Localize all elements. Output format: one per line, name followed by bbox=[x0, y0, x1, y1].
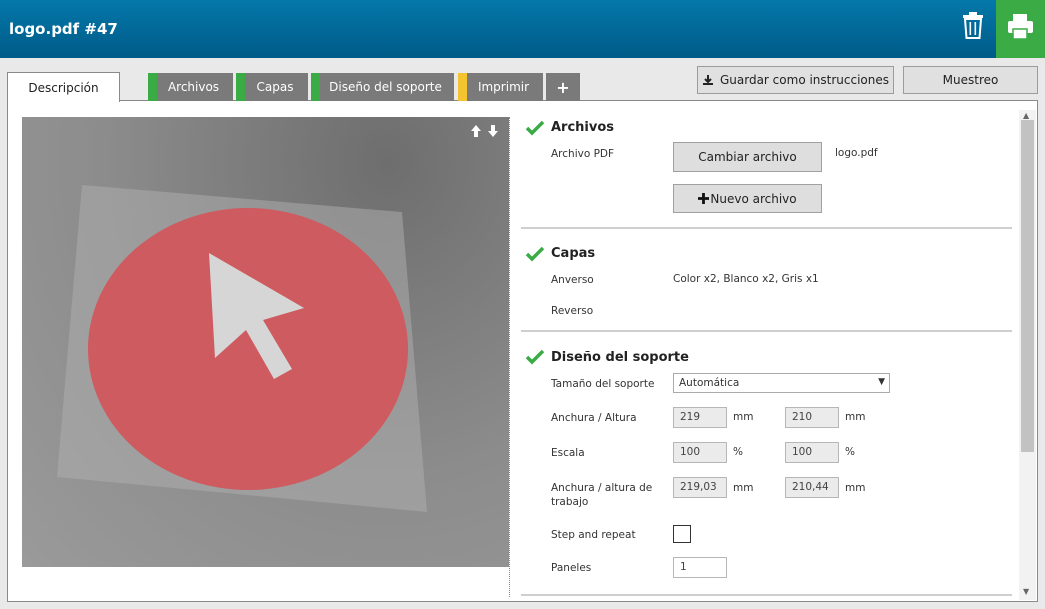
scale-label: Escala bbox=[551, 447, 585, 459]
artwork-preview bbox=[22, 117, 509, 567]
check-icon bbox=[525, 349, 545, 365]
scale-y-field[interactable]: 100 bbox=[785, 442, 839, 463]
tab-imprimir[interactable]: Imprimir bbox=[458, 73, 543, 101]
unit-percent: % bbox=[733, 446, 743, 458]
preview-divider bbox=[509, 117, 510, 597]
width-field[interactable]: 219 bbox=[673, 407, 727, 428]
scroll-thumb[interactable] bbox=[1021, 120, 1034, 452]
section-separator bbox=[521, 227, 1012, 229]
unit-mm: mm bbox=[733, 482, 754, 494]
tab-label: Diseño del soporte bbox=[329, 80, 442, 94]
tab-descripcion[interactable]: Descripción bbox=[7, 72, 120, 102]
work-size-label: Anchura / altura de trabajo bbox=[551, 482, 653, 508]
new-file-label: Nuevo archivo bbox=[710, 191, 797, 206]
front-layers-value: Color x2, Blanco x2, Gris x1 bbox=[673, 273, 819, 285]
printer-icon bbox=[1008, 14, 1033, 40]
plus-icon: + bbox=[556, 77, 570, 97]
app-header: logo.pdf #47 bbox=[0, 0, 1045, 58]
check-icon bbox=[525, 246, 545, 262]
scale-x-field[interactable]: 100 bbox=[673, 442, 727, 463]
unit-mm: mm bbox=[845, 482, 866, 494]
status-bar bbox=[148, 73, 157, 101]
section-title-archivos: Archivos bbox=[551, 120, 615, 135]
step-repeat-checkbox[interactable] bbox=[673, 525, 691, 543]
unit-mm: mm bbox=[845, 411, 866, 423]
status-bar bbox=[311, 73, 320, 101]
delete-button[interactable] bbox=[950, 0, 996, 58]
section-title-diseno: Diseño del soporte bbox=[551, 350, 689, 365]
front-label: Anverso bbox=[551, 274, 594, 286]
media-size-value: Automática bbox=[679, 377, 740, 389]
check-icon bbox=[525, 120, 545, 136]
tab-label: Descripción bbox=[28, 80, 99, 95]
save-label: Guardar como instrucciones bbox=[719, 73, 890, 87]
tab-archivos[interactable]: Archivos bbox=[148, 73, 233, 101]
scroll-down-icon[interactable]: ▼ bbox=[1023, 587, 1029, 596]
document-title: logo.pdf #47 bbox=[9, 20, 118, 38]
tab-label: Imprimir bbox=[477, 80, 530, 94]
panels-label: Paneles bbox=[551, 562, 592, 574]
filename-value: logo.pdf bbox=[835, 147, 878, 159]
new-file-button[interactable]: Nuevo archivo bbox=[673, 184, 822, 213]
print-button[interactable] bbox=[996, 0, 1045, 58]
status-bar bbox=[236, 73, 245, 101]
save-as-instructions-button[interactable]: Guardar como instrucciones bbox=[697, 66, 894, 94]
change-file-button[interactable]: Cambiar archivo bbox=[673, 142, 822, 172]
media-size-label: Tamaño del soporte bbox=[551, 378, 655, 390]
arrow-up-down-icon[interactable] bbox=[470, 124, 500, 138]
panels-field[interactable]: 1 bbox=[673, 557, 727, 578]
dropdown-arrow-icon: ▼ bbox=[878, 377, 885, 387]
trash-icon bbox=[963, 12, 983, 39]
plus-icon bbox=[698, 193, 710, 204]
tab-capas[interactable]: Capas bbox=[236, 73, 308, 101]
tab-label: Archivos bbox=[167, 80, 220, 94]
add-tab-button[interactable]: + bbox=[546, 73, 580, 101]
section-title-capas: Capas bbox=[551, 246, 596, 261]
tab-diseno-soporte[interactable]: Diseño del soporte bbox=[311, 73, 454, 101]
pdf-file-label: Archivo PDF bbox=[551, 148, 615, 160]
section-separator bbox=[521, 594, 1012, 596]
status-bar bbox=[458, 73, 467, 101]
step-repeat-label: Step and repeat bbox=[551, 529, 636, 541]
unit-mm: mm bbox=[733, 411, 754, 423]
media-size-select[interactable]: Automática ▼ bbox=[673, 373, 890, 393]
vertical-scrollbar[interactable]: ▲ ▼ bbox=[1019, 110, 1036, 600]
preview-canvas bbox=[57, 185, 427, 512]
tab-label: Capas bbox=[256, 80, 294, 94]
width-height-label: Anchura / Altura bbox=[551, 412, 637, 424]
download-icon bbox=[702, 75, 713, 85]
back-label: Reverso bbox=[551, 305, 594, 317]
section-separator bbox=[521, 330, 1012, 332]
work-height-field[interactable]: 210,44 bbox=[785, 477, 839, 498]
scroll-up-icon[interactable]: ▲ bbox=[1023, 111, 1029, 120]
height-field[interactable]: 210 bbox=[785, 407, 839, 428]
proof-button[interactable]: Muestreo bbox=[903, 66, 1038, 94]
unit-percent: % bbox=[845, 446, 855, 458]
work-width-field[interactable]: 219,03 bbox=[673, 477, 727, 498]
